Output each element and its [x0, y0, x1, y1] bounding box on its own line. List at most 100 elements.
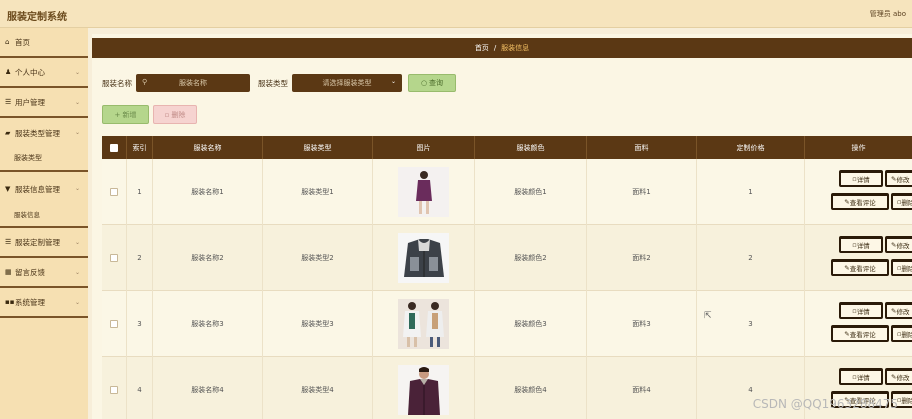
row-delete-button[interactable]: ▫ 删除 — [891, 259, 912, 276]
edit-button-label: 修改 — [896, 242, 910, 250]
detail-button[interactable]: ▫ 详情 — [839, 302, 883, 319]
sidebar-item-home[interactable]: ⌂ 首页 — [0, 28, 88, 58]
sidebar-item-customization[interactable]: ☰ 服装定制管理 ⌄ — [0, 228, 88, 258]
user-icon: ♟ — [5, 68, 12, 76]
row-delete-label: 删除 — [901, 199, 912, 207]
type-cell: 服装类型1 — [263, 159, 373, 225]
image-cell — [373, 357, 475, 419]
view-comments-button[interactable]: ✎ 查看评论 — [831, 325, 889, 342]
edit-button[interactable]: ✎ 修改 — [885, 236, 912, 253]
sidebar-item-users[interactable]: ☰ 用户管理 ⌄ — [0, 88, 88, 118]
edit-button[interactable]: ✎ 修改 — [885, 170, 912, 187]
edit-button[interactable]: ✎ 修改 — [885, 302, 912, 319]
row-checkbox[interactable] — [110, 386, 118, 394]
sidebar-item-clothing-type[interactable]: ▰ 服装类型管理 ⌄ — [0, 118, 88, 148]
row-checkbox[interactable] — [110, 254, 118, 262]
index-cell: 1 — [127, 159, 153, 225]
query-button-label: 查询 — [429, 79, 444, 87]
edit-button[interactable]: ✎ 修改 — [885, 368, 912, 385]
fabric-cell: 面料4 — [587, 357, 697, 419]
image-cell — [373, 225, 475, 291]
clothing-image[interactable] — [398, 365, 449, 415]
name-search-input[interactable]: ⚲ 服装名称 — [136, 74, 250, 92]
fabric-cell: 面料2 — [587, 225, 697, 291]
list-icon: ☰ — [5, 98, 12, 106]
col-header-name: 服装名称 — [153, 136, 263, 159]
chevron-down-icon: ⌄ — [74, 185, 80, 192]
select-all-checkbox[interactable] — [110, 143, 118, 152]
sidebar: ⌂ 首页 ♟ 个人中心 ⌄ ☰ 用户管理 ⌄ ▰ 服装类型管理 ⌄ 服装类型 ▼… — [0, 28, 88, 419]
row-delete-label: 删除 — [901, 265, 912, 273]
view-comments-button[interactable]: ✎ 查看评论 — [831, 193, 889, 210]
detail-button[interactable]: ▫ 详情 — [839, 170, 883, 187]
row-select-cell — [102, 225, 127, 291]
type-select[interactable]: 请选择服装类型 ⌄ — [292, 74, 402, 92]
sidebar-item-label: 留言反馈 — [15, 267, 45, 277]
submenu-clothing-info[interactable]: 服装信息 — [0, 202, 88, 228]
col-header-color: 服装颜色 — [475, 136, 587, 159]
type-label: 服装类型 — [258, 78, 288, 88]
clothing-image[interactable] — [398, 233, 449, 283]
search-bar: 服装名称 ⚲ 服装名称 服装类型 请选择服装类型 ⌄ ○ 查询 — [102, 74, 456, 92]
delete-button[interactable]: ▫ 删除 — [153, 105, 197, 124]
row-select-cell — [102, 291, 127, 357]
price-cell: 3 — [697, 291, 805, 357]
actions-cell: ▫ 详情 ✎ 修改 ✎ 查看评论 ▫ 删除 — [805, 159, 912, 225]
user-name[interactable]: 管理员 abo — [870, 9, 906, 19]
row-checkbox[interactable] — [110, 320, 118, 328]
type-select-placeholder: 请选择服装类型 — [322, 79, 372, 87]
chevron-down-icon: ⌄ — [390, 78, 396, 85]
table-row: 3 服装名称3 服装类型3 服装颜色3 面料3 3 ▫ 详情 ✎ 修改 ✎ 查看… — [102, 291, 912, 357]
sidebar-item-clothing-info[interactable]: ▼ 服装信息管理 ⌄ — [0, 174, 88, 204]
col-header-image: 图片 — [373, 136, 475, 159]
actions-cell: ▫ 详情 ✎ 修改 ✎ 查看评论 ▫ 删除 — [805, 291, 912, 357]
sidebar-item-label: 服装信息管理 — [15, 184, 60, 194]
breadcrumb-home[interactable]: 首页 — [475, 43, 489, 53]
query-button[interactable]: ○ 查询 — [408, 74, 456, 92]
submenu-clothing-type[interactable]: 服装类型 — [0, 146, 88, 172]
name-cell: 服装名称1 — [153, 159, 263, 225]
sidebar-item-label: 首页 — [15, 37, 30, 47]
row-delete-label: 删除 — [901, 331, 912, 339]
clothing-image[interactable] — [398, 299, 449, 349]
action-buttons: + 新增 ▫ 删除 — [102, 105, 197, 124]
row-delete-button[interactable]: ▫ 删除 — [891, 193, 912, 210]
row-delete-button[interactable]: ▫ 删除 — [891, 325, 912, 342]
breadcrumb: 首页 / 服装信息 — [92, 38, 912, 58]
trash-icon: ▫ — [164, 110, 170, 119]
price-cell: 1 — [697, 159, 805, 225]
sidebar-item-profile[interactable]: ♟ 个人中心 ⌄ — [0, 58, 88, 88]
index-cell: 4 — [127, 357, 153, 419]
sidebar-item-label: 系统管理 — [15, 297, 45, 307]
color-cell: 服装颜色2 — [475, 225, 587, 291]
sidebar-item-label: 用户管理 — [15, 97, 45, 107]
delete-button-label: 删除 — [171, 110, 186, 119]
app-title: 服装定制系统 — [7, 12, 67, 23]
edit-button-label: 修改 — [896, 308, 910, 316]
breadcrumb-separator: / — [493, 44, 497, 52]
mouse-cursor-icon: ⇱ — [704, 311, 712, 321]
detail-button[interactable]: ▫ 详情 — [839, 368, 883, 385]
sidebar-item-system[interactable]: ▪▪ 系统管理 ⌄ — [0, 288, 88, 318]
view-comments-label: 查看评论 — [849, 199, 876, 207]
col-header-index: 索引 — [127, 136, 153, 159]
tag-icon: ▼ — [5, 185, 11, 193]
chevron-down-icon: ⌄ — [74, 99, 80, 106]
top-bar: 服装定制系统 管理员 abo — [0, 0, 912, 28]
chevron-down-icon: ⌄ — [74, 69, 80, 76]
row-checkbox[interactable] — [110, 188, 118, 196]
row-select-cell — [102, 357, 127, 419]
add-button[interactable]: + 新增 — [102, 105, 149, 124]
chevron-down-icon: ⌄ — [74, 129, 80, 136]
sidebar-item-feedback[interactable]: ▦ 留言反馈 ⌄ — [0, 258, 88, 288]
type-cell: 服装类型2 — [263, 225, 373, 291]
name-cell: 服装名称2 — [153, 225, 263, 291]
sidebar-item-label: 服装定制管理 — [15, 237, 60, 247]
clothing-image[interactable] — [398, 167, 449, 217]
sidebar-item-label: 个人中心 — [15, 67, 45, 77]
detail-button-label: 详情 — [856, 308, 870, 316]
view-comments-button[interactable]: ✎ 查看评论 — [831, 259, 889, 276]
chevron-down-icon: ⌄ — [74, 239, 80, 246]
detail-button[interactable]: ▫ 详情 — [839, 236, 883, 253]
col-header-type: 服装类型 — [263, 136, 373, 159]
